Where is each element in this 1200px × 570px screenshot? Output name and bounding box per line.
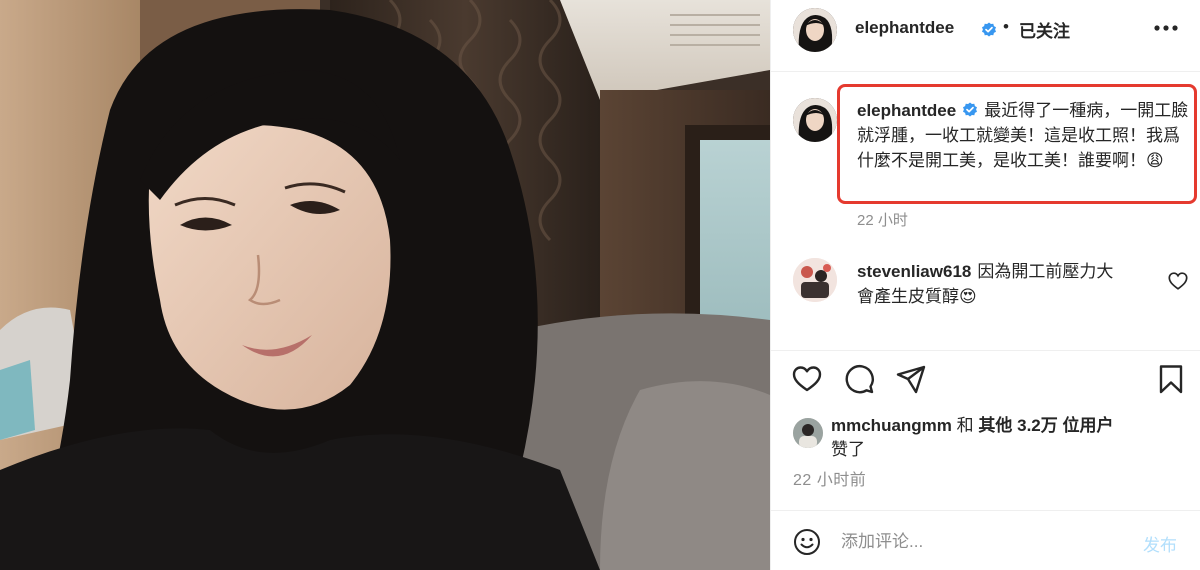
- action-bar: [771, 350, 1200, 410]
- author-username[interactable]: elephantdee: [855, 18, 954, 38]
- comment-heart-icon[interactable]: [1167, 270, 1189, 292]
- commenter-username[interactable]: stevenliaw618: [857, 262, 971, 281]
- paper-plane-icon[interactable]: [895, 363, 927, 395]
- caption-author-avatar[interactable]: [793, 98, 837, 142]
- add-comment-bar: 发布: [771, 510, 1200, 570]
- comment-input[interactable]: [841, 527, 1121, 557]
- likes-others-link[interactable]: 其他 3.2万 位用户: [978, 416, 1113, 435]
- post-header: elephantdee • 已关注: [771, 0, 1200, 72]
- likes-text: mmchuangmm 和 其他 3.2万 位用户 赞了: [831, 414, 1191, 462]
- liker-username[interactable]: mmchuangmm: [831, 416, 952, 435]
- heart-icon[interactable]: [791, 363, 823, 395]
- comment-icon[interactable]: [843, 363, 875, 395]
- post-photo[interactable]: [0, 0, 770, 570]
- post-detail-panel: elephantdee • 已关注 elephantdee 最近得了一種病，一開…: [770, 0, 1200, 570]
- more-options-icon[interactable]: [1153, 24, 1179, 32]
- post-timestamp[interactable]: 22 小时前: [793, 466, 866, 490]
- selfie-image: [0, 0, 770, 570]
- caption-author-username[interactable]: elephantdee: [857, 101, 956, 120]
- likes-and: 和: [956, 416, 974, 435]
- separator-dot: •: [1003, 17, 1009, 36]
- bookmark-icon[interactable]: [1155, 363, 1187, 395]
- following-status-button[interactable]: 已关注: [1019, 17, 1070, 42]
- author-avatar[interactable]: [793, 8, 837, 52]
- likes-suffix: 赞了: [831, 440, 865, 459]
- caption-timestamp[interactable]: 22 小时: [857, 209, 908, 230]
- comment: stevenliaw618 因為開工前壓力大 會產生皮質醇😍: [857, 259, 1147, 309]
- liker-avatar[interactable]: [793, 418, 823, 448]
- post-comment-button[interactable]: 发布: [1143, 531, 1177, 556]
- caption: elephantdee 最近得了一種病，一開工臉就浮腫，一收工就變美！這是收工照…: [857, 98, 1191, 173]
- verified-badge-icon: [963, 102, 978, 117]
- verified-badge-icon: [982, 22, 996, 37]
- commenter-avatar[interactable]: [793, 258, 837, 302]
- emoji-icon[interactable]: [793, 528, 821, 556]
